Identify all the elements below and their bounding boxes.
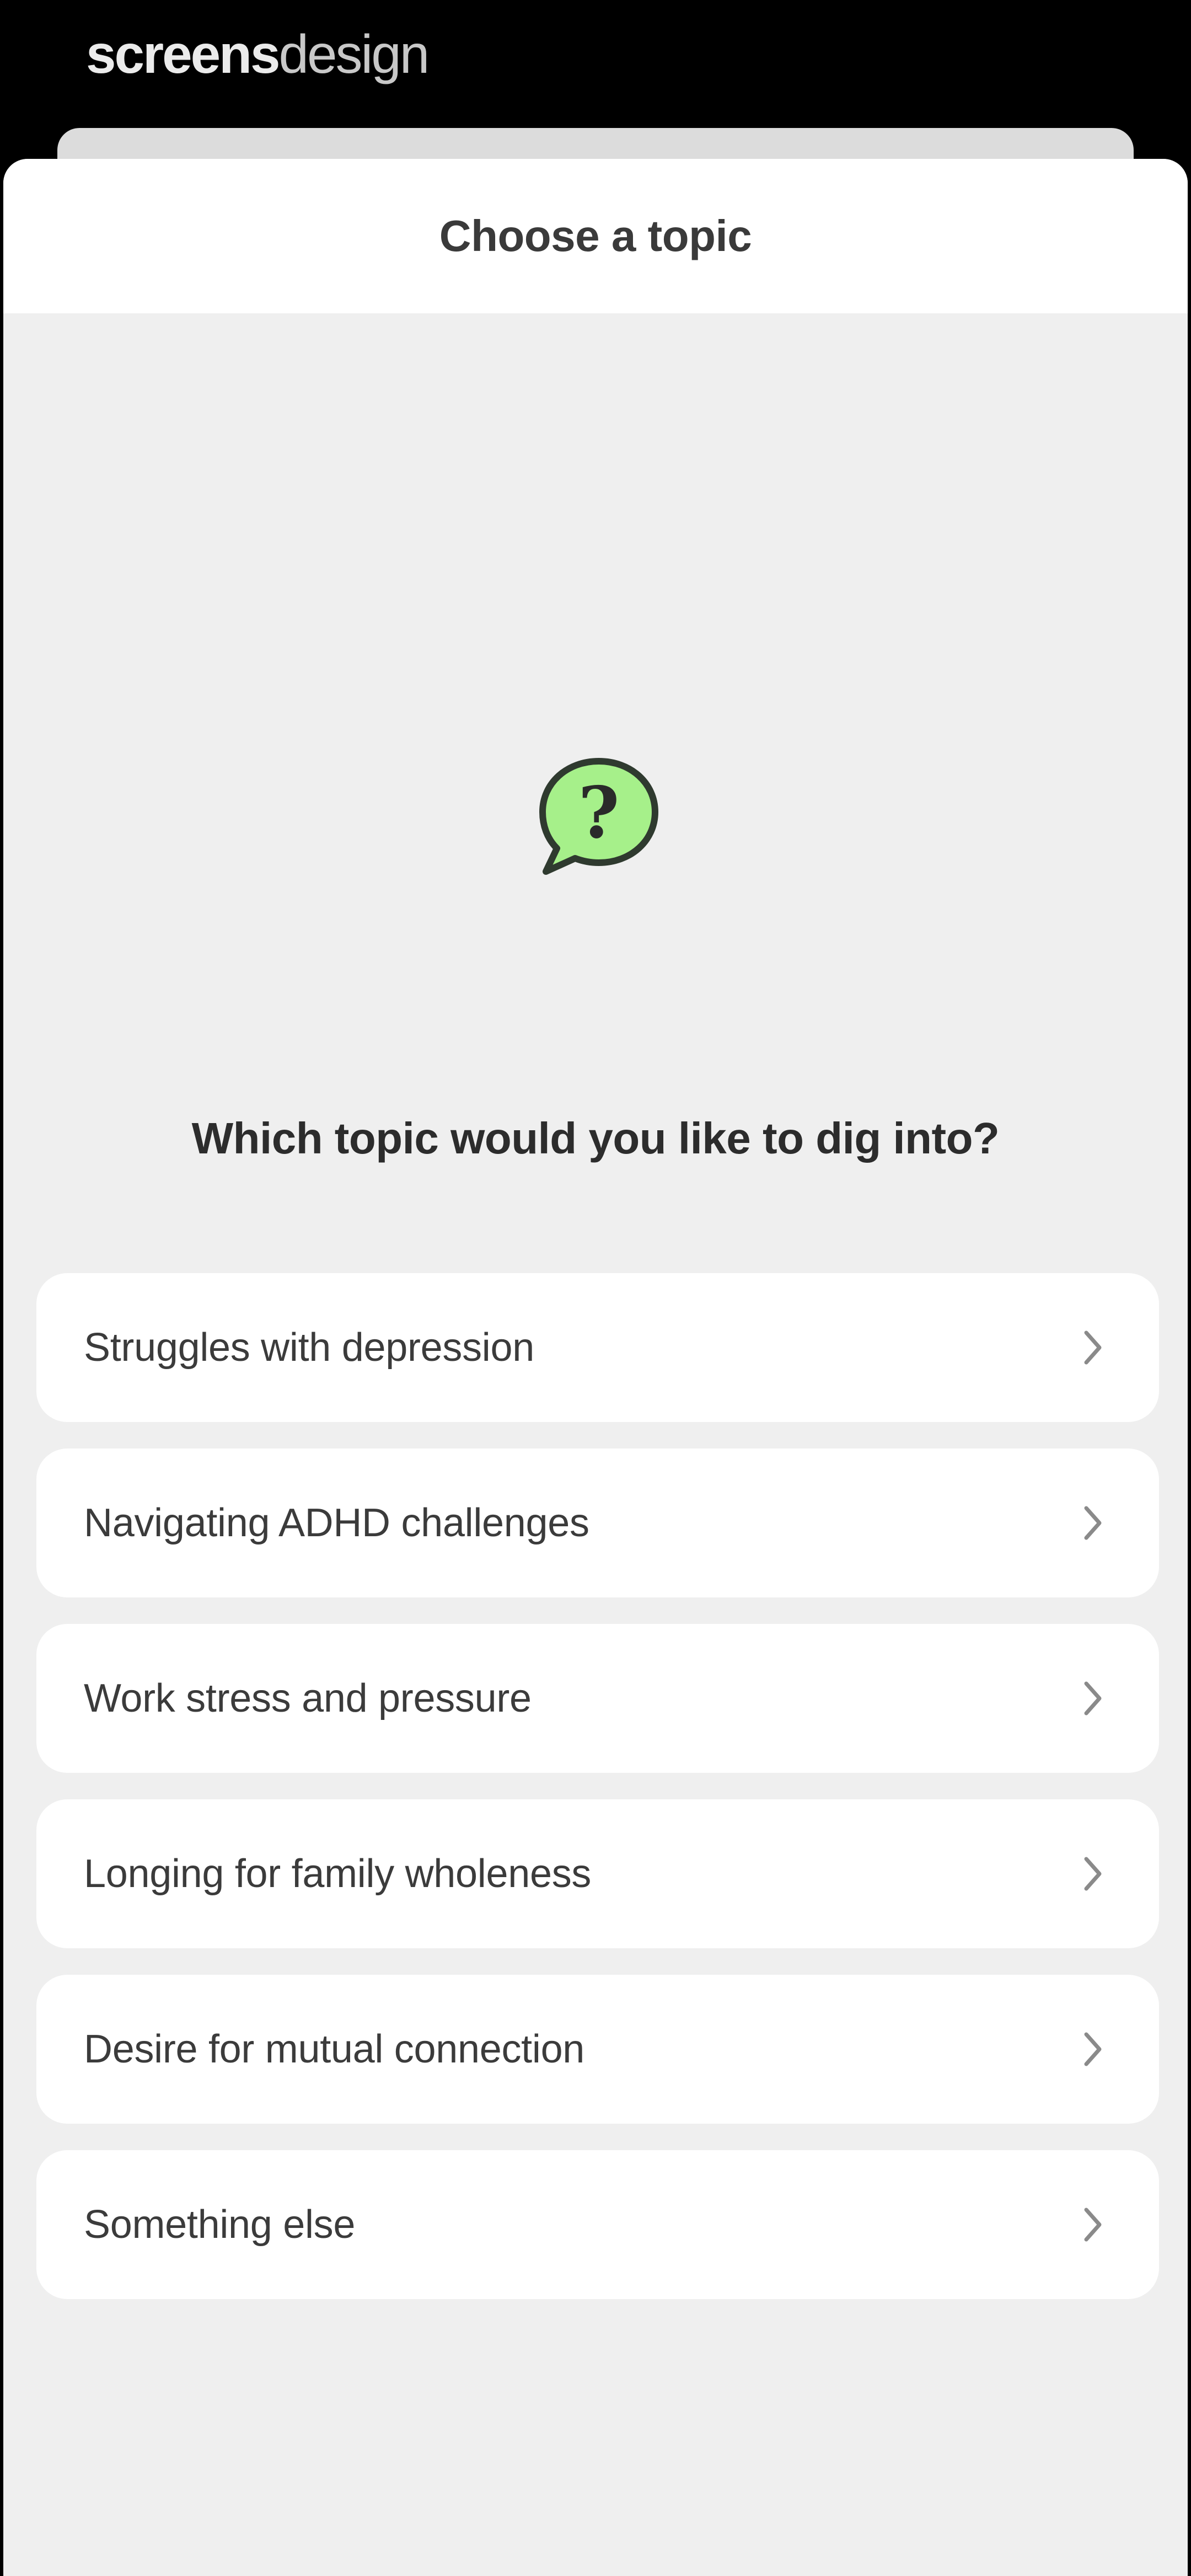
screensdesign-watermark: screensdesign (86, 21, 430, 87)
topic-option-something-else[interactable]: Something else (36, 2150, 1159, 2299)
topic-prompt: Which topic would you like to dig into? (191, 1114, 1000, 1163)
screen: screensdesign Choose a topic ? Which top… (0, 0, 1191, 2576)
chevron-right-icon (1082, 1328, 1104, 1367)
topic-label: Navigating ADHD challenges (84, 1501, 589, 1545)
chevron-right-icon (1082, 2030, 1104, 2069)
sheet-title: Choose a topic (439, 211, 752, 260)
topic-sheet: Choose a topic ? Which topic would you l… (3, 159, 1188, 2576)
watermark-bold-text: screens (86, 24, 281, 84)
topic-option-adhd[interactable]: Navigating ADHD challenges (36, 1449, 1159, 1597)
topic-option-work-stress[interactable]: Work stress and pressure (36, 1624, 1159, 1773)
watermark-light-text: design (278, 24, 430, 84)
sheet-header: Choose a topic (3, 159, 1188, 313)
chevron-right-icon (1082, 1854, 1104, 1893)
svg-text:?: ? (578, 772, 620, 854)
chevron-right-icon (1082, 1504, 1104, 1542)
topic-label: Longing for family wholeness (84, 1852, 592, 1896)
topic-list: Struggles with depression Navigating ADH… (36, 1273, 1159, 2326)
chevron-right-icon (1082, 1679, 1104, 1718)
topic-label: Desire for mutual connection (84, 2027, 585, 2071)
topic-option-depression[interactable]: Struggles with depression (36, 1273, 1159, 1422)
chevron-right-icon (1082, 2205, 1104, 2244)
topic-label: Work stress and pressure (84, 1676, 532, 1720)
topic-label: Struggles with depression (84, 1326, 534, 1370)
topic-option-connection[interactable]: Desire for mutual connection (36, 1975, 1159, 2124)
topic-option-family[interactable]: Longing for family wholeness (36, 1799, 1159, 1948)
question-speech-bubble-icon: ? (533, 755, 665, 881)
topic-label: Something else (84, 2203, 356, 2247)
